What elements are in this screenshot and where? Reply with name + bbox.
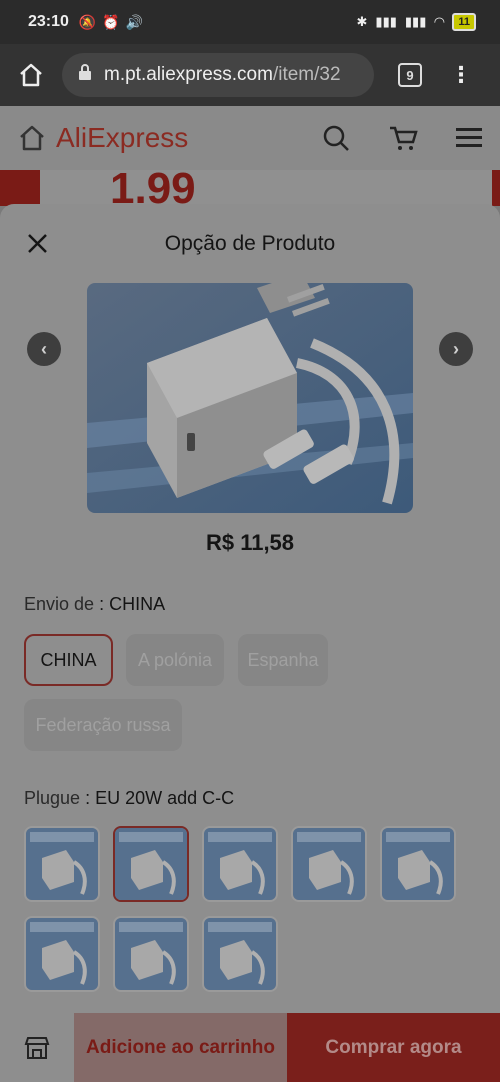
product-image[interactable] <box>87 283 413 513</box>
product-option-sheet: Opção de Produto ‹ › R$ 11,58 Envio de:… <box>0 204 500 1082</box>
plug-thumb-image <box>204 828 276 900</box>
prev-image-button[interactable]: ‹ <box>27 332 61 366</box>
site-header: AliExpress <box>0 106 500 170</box>
cart-icon[interactable] <box>388 124 418 152</box>
url-path: /item/32 <box>272 64 341 85</box>
home-button[interactable] <box>14 58 48 92</box>
battery-icon: 11 <box>452 13 476 31</box>
ship-option-spain[interactable]: Espanha <box>238 634 328 686</box>
plug-label-value: : EU 20W add C-C <box>85 788 235 808</box>
browser-toolbar: m.pt.aliexpress.com/item/32 9 ⋮ <box>0 44 500 106</box>
lock-icon <box>78 63 92 87</box>
plug-thumb-image <box>115 828 187 900</box>
plug-option-thumb[interactable] <box>24 916 100 992</box>
home-icon[interactable] <box>18 124 46 152</box>
hamburger-menu-icon[interactable] <box>456 127 482 149</box>
site-logo[interactable]: AliExpress <box>56 122 188 154</box>
url-bar[interactable]: m.pt.aliexpress.com/item/32 <box>62 53 374 97</box>
search-icon[interactable] <box>322 124 350 152</box>
mute-icon: 🔕 <box>78 13 97 30</box>
next-image-button[interactable]: › <box>439 332 473 366</box>
volume-icon: 🔊 <box>125 13 144 30</box>
plug-option-thumb[interactable] <box>113 916 189 992</box>
promo-banner: 1.99 <box>0 170 500 206</box>
product-price: R$ 11,58 <box>205 530 295 555</box>
tab-switcher-button[interactable]: 9 <box>398 63 422 87</box>
plug-thumb-image <box>204 918 276 990</box>
alarm-icon: ⏰ <box>102 13 120 30</box>
ship-label-text: Envio de <box>24 594 95 614</box>
plug-thumb-image <box>293 828 365 900</box>
ship-option-russia[interactable]: Federação russa <box>24 699 182 751</box>
url-host: m.pt.aliexpress.com <box>104 64 273 85</box>
bottom-action-bar: Adicione ao carrinho Comprar agora <box>0 1013 500 1082</box>
charger-image <box>87 283 413 513</box>
ship-option-poland[interactable]: A polónia <box>126 634 224 686</box>
status-bar: 23:10 🔕 ⏰ 🔊 ✱ ▮▮▮ ▮▮▮ ◠ 11 <box>0 0 500 44</box>
wifi-icon: ◠ <box>434 14 445 29</box>
plug-thumb-image <box>382 828 454 900</box>
ship-from-label: Envio de : CHINA <box>24 594 165 615</box>
banner-decoration <box>492 170 500 206</box>
plug-option-thumb[interactable] <box>380 826 456 902</box>
ship-option-china[interactable]: CHINA <box>24 634 113 686</box>
buy-now-button[interactable]: Comprar agora <box>287 1013 500 1082</box>
signal2-icon: ▮▮▮ <box>404 14 427 29</box>
plug-thumb-image <box>26 828 98 900</box>
clock: 23:10 <box>28 13 69 30</box>
status-right: ✱ ▮▮▮ ▮▮▮ ◠ 11 <box>357 13 476 31</box>
banner-decoration <box>0 170 40 206</box>
home-icon <box>20 63 42 87</box>
plug-thumb-image <box>26 918 98 990</box>
status-icons: 🔕 ⏰ 🔊 <box>79 14 143 31</box>
plug-label-text: Plugue <box>24 788 81 808</box>
chevron-left-icon: ‹ <box>41 338 47 359</box>
sheet-title: Opção de Produto <box>164 232 336 255</box>
bluetooth-icon: ✱ <box>356 14 368 29</box>
plug-option-thumb[interactable] <box>24 826 100 902</box>
plug-option-thumb[interactable] <box>291 826 367 902</box>
plug-option-thumb[interactable] <box>113 826 189 902</box>
plug-thumb-image <box>115 918 187 990</box>
signal-icon: ▮▮▮ <box>375 14 397 29</box>
ship-label-value: : CHINA <box>99 594 166 614</box>
chevron-right-icon: › <box>453 338 459 359</box>
add-to-cart-button[interactable]: Adicione ao carrinho <box>74 1013 287 1082</box>
menu-kebab-icon[interactable]: ⋮ <box>450 64 472 86</box>
plug-option-thumb[interactable] <box>202 826 278 902</box>
plug-label: Plugue : EU 20W add C-C <box>24 788 234 809</box>
banner-price: 1.99 <box>110 170 196 206</box>
plug-option-thumb[interactable] <box>202 916 278 992</box>
store-icon <box>24 1036 50 1059</box>
store-button[interactable] <box>0 1013 74 1082</box>
